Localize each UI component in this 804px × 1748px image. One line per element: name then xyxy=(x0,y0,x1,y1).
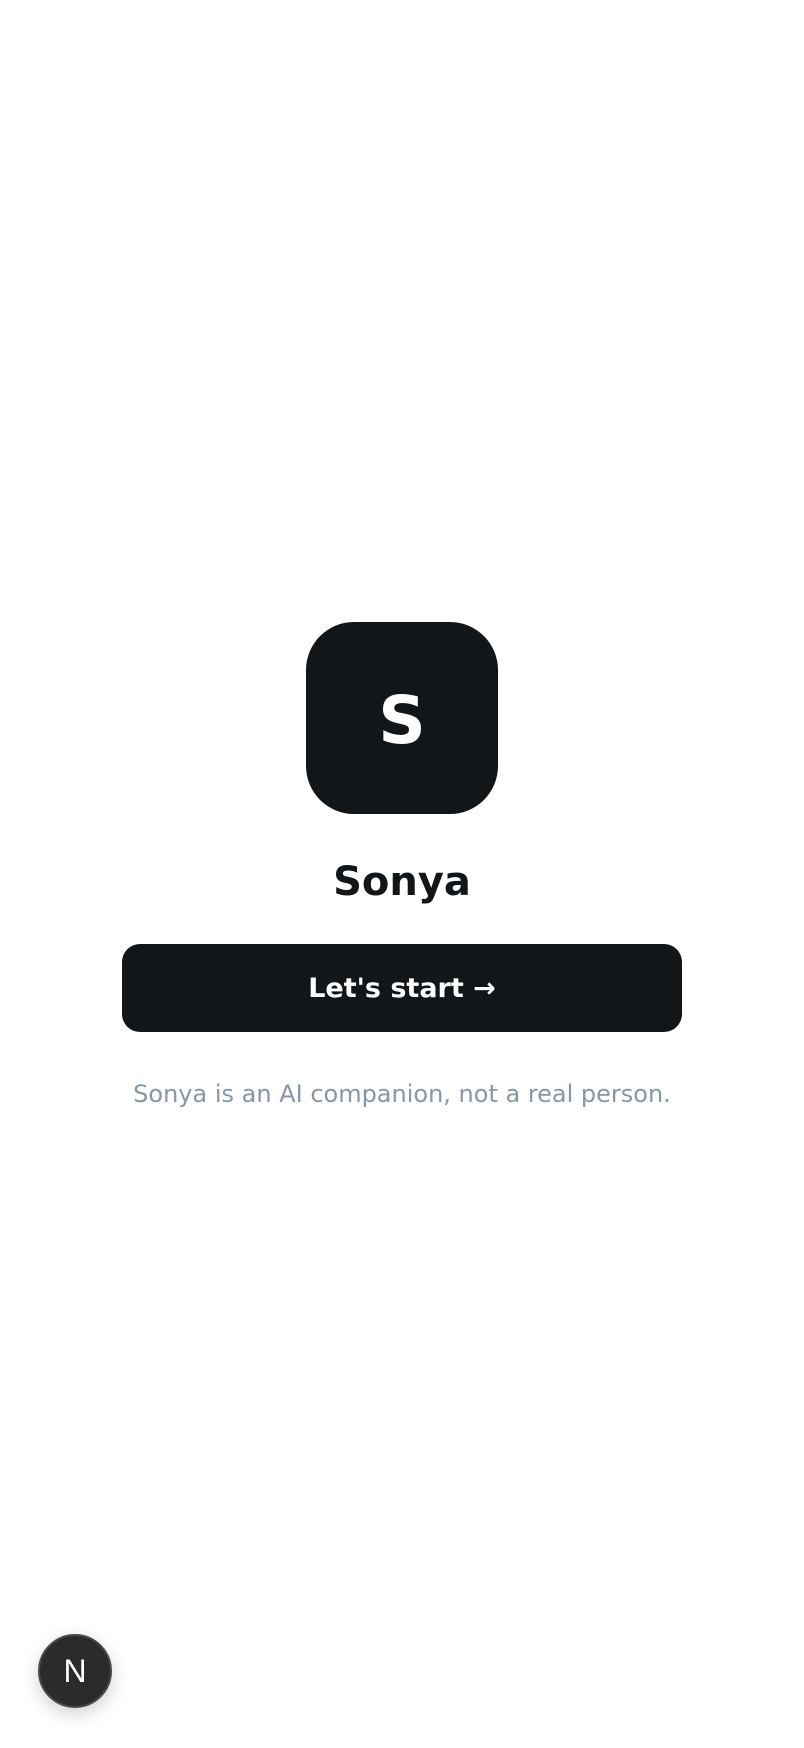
avatar: S xyxy=(306,622,498,814)
welcome-section: S Sonya Let's start → Sonya is an AI com… xyxy=(0,622,804,1109)
start-button[interactable]: Let's start → xyxy=(122,944,682,1032)
onboarding-screen: S Sonya Let's start → Sonya is an AI com… xyxy=(0,0,804,1748)
nextjs-logo-icon: N xyxy=(63,1653,87,1689)
avatar-letter: S xyxy=(378,682,426,759)
nextjs-dev-indicator-button[interactable]: N xyxy=(38,1634,112,1708)
page-title: Sonya xyxy=(333,859,471,905)
ai-disclaimer-text: Sonya is an AI companion, not a real per… xyxy=(133,1080,671,1108)
